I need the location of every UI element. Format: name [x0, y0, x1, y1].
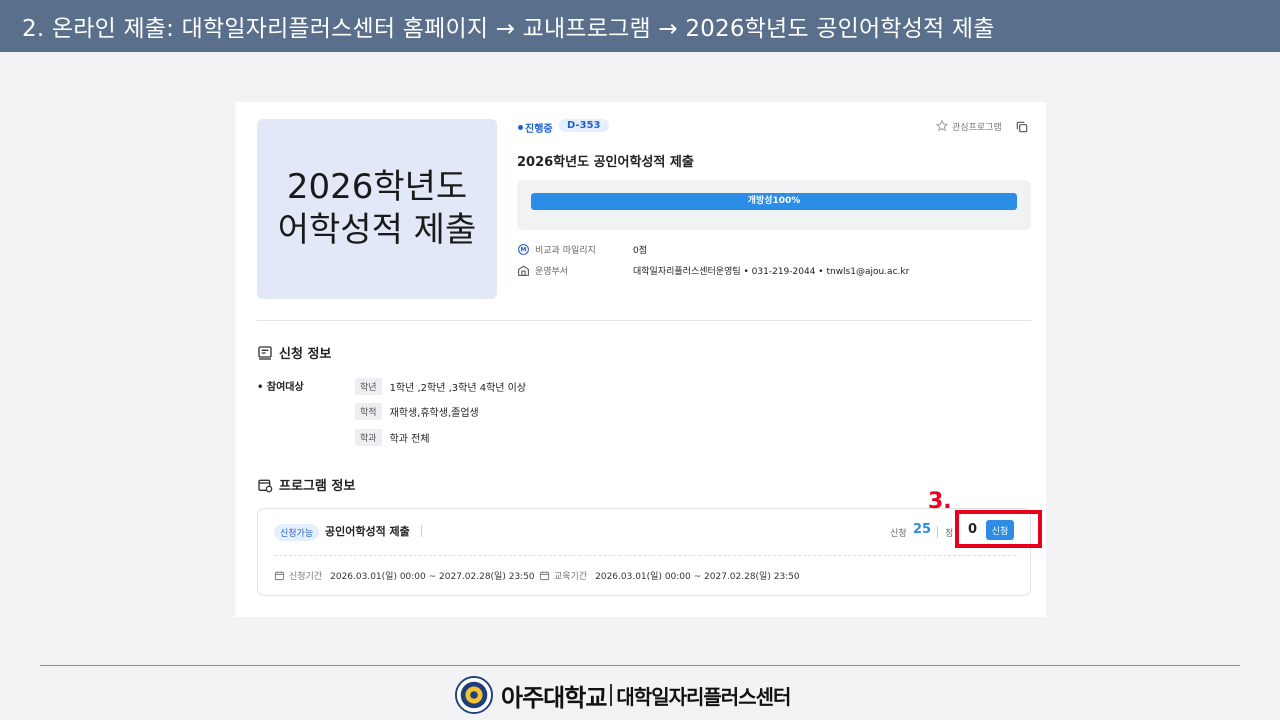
openness-progress-bar: 개방성100%: [531, 193, 1017, 210]
apply-info-title: 신청 정보: [257, 343, 331, 362]
footer-divider: [40, 665, 1240, 666]
document-icon: [258, 345, 272, 360]
card-title-separator: [421, 525, 422, 537]
count-separator: [937, 526, 938, 538]
target-tag: 학년: [355, 378, 382, 395]
edu-period: 교육기간 2026.03.01(일) 00:00 ~ 2027.02.28(일)…: [539, 569, 800, 582]
favorite-button[interactable]: 관심프로그램: [935, 119, 1002, 133]
program-info-title-text: 프로그램 정보: [279, 479, 356, 494]
mileage-value: 0점: [633, 246, 648, 256]
apply-info-title-text: 신청 정보: [279, 347, 332, 362]
apply-button-highlight: [955, 510, 1042, 548]
card-divider: [274, 555, 1016, 556]
copy-icon[interactable]: [1015, 120, 1029, 134]
target-tag: 학적: [355, 403, 382, 420]
target-label: • 참여대상: [257, 382, 304, 393]
target-row-grade: 학년 1학년 ,2학년 ,3학년 4학년 이상: [355, 378, 526, 395]
mileage-icon: M: [518, 244, 529, 255]
slide-header-text: 2. 온라인 제출: 대학일자리플러스센터 홈페이지 → 교내프로그램 → 20…: [22, 16, 995, 42]
department-value: 대학일자리플러스센터운영팀 • 031-219-2044 • tnwls1@aj…: [633, 267, 910, 277]
program-card: 신청가능 공인어학성적 제출 신청 25 정 0 신청 신청기간 2026.03…: [257, 508, 1031, 596]
apply-count-label: 신청: [890, 529, 907, 539]
logo-university-name: 아주대학교: [501, 683, 607, 712]
program-detail-screenshot: 2026학년도 어학성적 제출 진행중 D-353 관심프로그램 2026학년도…: [235, 102, 1046, 617]
footer-logo: 아주대학교 대학일자리플러스센터: [455, 676, 791, 714]
card-title: 공인어학성적 제출: [325, 525, 410, 538]
program-thumbnail: 2026학년도 어학성적 제출: [257, 119, 497, 299]
status-dot-icon: [518, 125, 523, 130]
section-divider: [257, 320, 1031, 321]
mileage-row: M 비교과 마일리지 0점: [517, 243, 647, 256]
available-badge: 신청가능: [274, 524, 320, 541]
department-label: 운영부서: [535, 267, 569, 277]
apply-period-label: 신청기간: [289, 572, 323, 582]
program-title: 2026학년도 공인어학성적 제출: [517, 155, 694, 170]
target-tag: 학과: [355, 429, 382, 446]
dday-badge: D-353: [559, 119, 609, 132]
star-icon: [935, 119, 949, 132]
target-row-dept: 학과 학과 전체: [355, 429, 430, 446]
university-emblem-icon: [455, 676, 493, 714]
svg-text:M: M: [521, 247, 527, 254]
favorite-label: 관심프로그램: [952, 122, 1002, 133]
calendar-icon: [539, 571, 550, 581]
target-label-text: 참여대상: [266, 382, 304, 393]
target-value: 1학년 ,2학년 ,3학년 4학년 이상: [389, 383, 527, 394]
logo-separator: [610, 684, 613, 706]
step-callout-number: 3.: [928, 489, 952, 514]
openness-box: 개방성100%: [517, 180, 1031, 230]
edu-period-label: 교육기간: [554, 572, 588, 582]
target-row-status: 학적 재학생,휴학생,졸업생: [355, 403, 479, 420]
target-value: 학과 전체: [389, 434, 430, 445]
edu-period-value: 2026.03.01(일) 00:00 ~ 2027.02.28(일) 23:5…: [595, 572, 800, 582]
status-label: 진행중: [525, 124, 553, 135]
apply-period: 신청기간 2026.03.01(일) 00:00 ~ 2027.02.28(일)…: [274, 569, 535, 582]
calendar-icon: [258, 479, 273, 492]
openness-progress-label: 개방성100%: [747, 196, 801, 206]
calendar-icon: [274, 571, 285, 581]
apply-count: 25: [913, 522, 932, 537]
program-info-title: 프로그램 정보: [257, 475, 355, 494]
slide-header: 2. 온라인 제출: 대학일자리플러스센터 홈페이지 → 교내프로그램 → 20…: [0, 0, 1280, 52]
logo-center-name: 대학일자리플러스센터: [616, 684, 791, 709]
apply-period-value: 2026.03.01(일) 00:00 ~ 2027.02.28(일) 23:5…: [330, 572, 535, 582]
department-row: 운영부서 대학일자리플러스센터운영팀 • 031-219-2044 • tnwl…: [517, 264, 909, 277]
department-icon: [518, 265, 529, 276]
mileage-label: 비교과 마일리지: [535, 246, 596, 256]
target-value: 재학생,휴학생,졸업생: [389, 408, 479, 419]
thumbnail-line-2: 어학성적 제출: [277, 210, 477, 250]
thumbnail-line-1: 2026학년도: [286, 167, 468, 207]
quota-label: 정: [945, 529, 954, 539]
